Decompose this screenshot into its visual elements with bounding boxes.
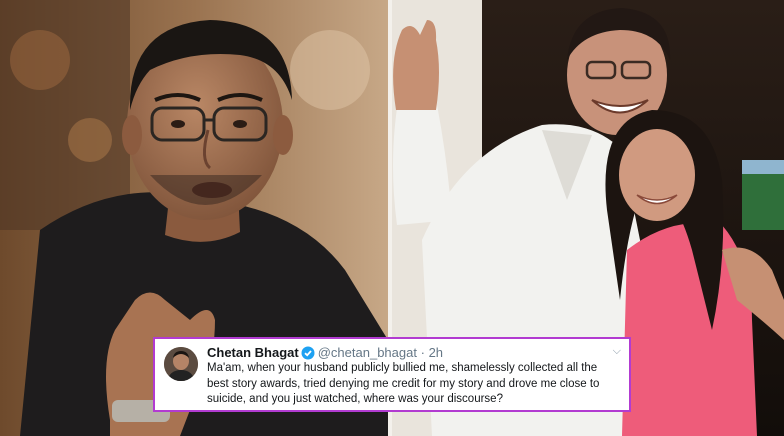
header-separator: ·: [420, 345, 425, 360]
author-name[interactable]: Chetan Bhagat: [207, 345, 299, 360]
author-avatar[interactable]: [164, 347, 198, 381]
tweet-timestamp[interactable]: 2h: [429, 345, 443, 360]
tweet-header: Chetan Bhagat @chetan_bhagat · 2h: [207, 344, 443, 362]
chevron-down-icon[interactable]: ⌵: [613, 345, 621, 358]
author-handle[interactable]: @chetan_bhagat: [318, 345, 417, 360]
tweet-text: Ma'am, when your husband publicly bullie…: [207, 362, 600, 405]
tweet-card[interactable]: Chetan Bhagat @chetan_bhagat · 2h ⌵ Ma'am…: [153, 337, 631, 412]
collage: Chetan Bhagat @chetan_bhagat · 2h ⌵ Ma'am…: [0, 0, 784, 436]
